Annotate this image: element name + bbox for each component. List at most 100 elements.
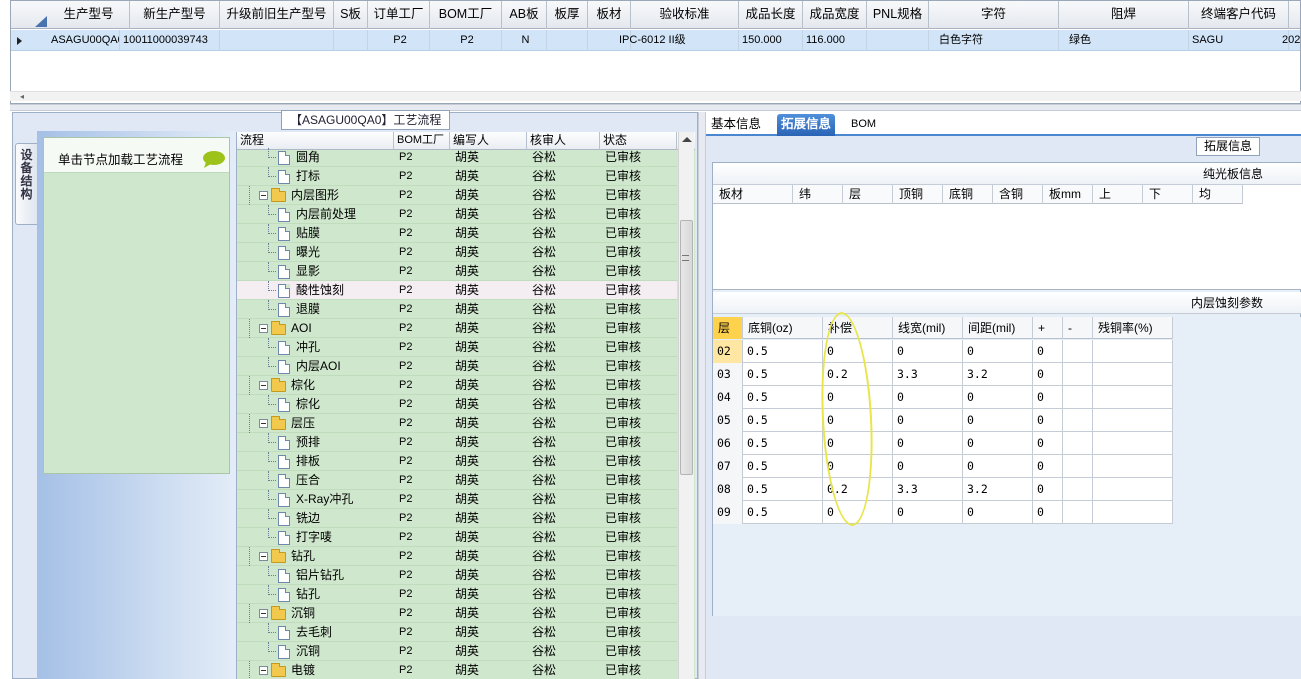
table-cell[interactable]: 0	[963, 432, 1033, 455]
tree-group-row[interactable]: 层压 P2 胡英 谷松 已审核	[237, 414, 677, 433]
tree-node-row[interactable]: 退膜 P2 胡英 谷松 已审核	[237, 300, 677, 319]
table-cell[interactable]: 0	[823, 386, 893, 409]
tree-node[interactable]: 内层AOI	[278, 357, 394, 376]
table-cell[interactable]: 绿色	[1059, 30, 1189, 51]
table-cell[interactable]: 02	[713, 340, 743, 363]
column-header[interactable]: 板厚	[547, 1, 588, 29]
tree-node-row[interactable]: 圆角 P2 胡英 谷松 已审核	[237, 148, 677, 167]
tree-node-row[interactable]: 打标 P2 胡英 谷松 已审核	[237, 167, 677, 186]
table-cell[interactable]	[1063, 478, 1093, 501]
inner-etch-column-header[interactable]: 残铜率(%)	[1093, 317, 1173, 339]
bare-board-column-header[interactable]: 下	[1143, 185, 1193, 204]
table-cell[interactable]: 0.5	[743, 363, 823, 386]
tree-node[interactable]: 圆角	[278, 148, 394, 167]
collapse-icon[interactable]	[259, 419, 268, 428]
table-cell[interactable]	[1063, 455, 1093, 478]
tree-node-row[interactable]: 去毛刺 P2 胡英 谷松 已审核	[237, 623, 677, 642]
tree-node-row[interactable]: 打字唛 P2 胡英 谷松 已审核	[237, 528, 677, 547]
table-cell[interactable]	[220, 30, 334, 51]
inner-etch-column-header[interactable]: 底铜(oz)	[743, 317, 823, 339]
table-cell[interactable]: 0	[1033, 432, 1063, 455]
table-cell[interactable]: 0	[963, 455, 1033, 478]
table-cell[interactable]: 0	[1033, 478, 1063, 501]
table-cell[interactable]: 08	[713, 478, 743, 501]
column-header[interactable]: 订单工厂	[368, 1, 430, 29]
tree-node[interactable]: 铝片钻孔	[278, 566, 394, 585]
table-cell[interactable]: 0.5	[743, 455, 823, 478]
table-cell[interactable]: 0.5	[743, 386, 823, 409]
tree-node-row[interactable]: 酸性蚀刻 P2 胡英 谷松 已审核	[237, 281, 677, 300]
table-cell[interactable]	[867, 30, 929, 51]
table-cell[interactable]: 03	[713, 363, 743, 386]
tab-basic-info[interactable]: 基本信息	[707, 114, 765, 136]
table-cell[interactable]	[1063, 363, 1093, 386]
scroll-left-icon[interactable]: ◂	[20, 93, 24, 101]
tree-node-row[interactable]: 贴膜 P2 胡英 谷松 已审核	[237, 224, 677, 243]
table-row[interactable]: 03 0.5 0.2 3.3 3.2 0	[713, 363, 1173, 386]
table-row[interactable]: 06 0.5 0 0 0 0	[713, 432, 1173, 455]
table-cell[interactable]: 0.5	[743, 432, 823, 455]
tree-node-row[interactable]: 预排 P2 胡英 谷松 已审核	[237, 433, 677, 452]
tree-node[interactable]: 内层前处理	[278, 205, 394, 224]
table-row[interactable]: 07 0.5 0 0 0 0	[713, 455, 1173, 478]
table-cell[interactable]	[1093, 363, 1173, 386]
table-row[interactable]: 08 0.5 0.2 3.3 3.2 0	[713, 478, 1173, 501]
tab-extended-info[interactable]: 拓展信息	[777, 114, 836, 136]
bare-board-column-header[interactable]: 层	[843, 185, 893, 204]
tree-node[interactable]: 贴膜	[278, 224, 394, 243]
column-header[interactable]: 板材	[588, 1, 631, 29]
tree-node-row[interactable]: 沉铜 P2 胡英 谷松 已审核	[237, 642, 677, 661]
table-cell[interactable]	[1063, 340, 1093, 363]
table-cell[interactable]: 0	[893, 340, 963, 363]
table-cell[interactable]: 0	[893, 432, 963, 455]
tree-node[interactable]: 沉铜	[259, 604, 394, 623]
table-cell[interactable]: 0	[1033, 501, 1063, 524]
table-row[interactable]: 02 0.5 0 0 0 0	[713, 340, 1173, 363]
bare-board-column-header[interactable]: 纬	[793, 185, 843, 204]
collapse-icon[interactable]	[259, 324, 268, 333]
tree-node[interactable]: 沉铜	[278, 642, 394, 661]
column-header[interactable]: PNL规格	[867, 1, 929, 29]
horizontal-scrollbar[interactable]: ◂	[10, 91, 1301, 101]
table-cell[interactable]: 0	[823, 432, 893, 455]
tree-vertical-scrollbar[interactable]	[678, 132, 694, 679]
table-cell[interactable]	[547, 30, 588, 51]
table-cell[interactable]	[1093, 409, 1173, 432]
bare-board-column-header[interactable]: 板mm	[1043, 185, 1093, 204]
tree-node-row[interactable]: 冲孔 P2 胡英 谷松 已审核	[237, 338, 677, 357]
table-cell[interactable]	[1063, 409, 1093, 432]
grid-corner-icon[interactable]	[35, 16, 47, 27]
table-cell[interactable]: 0	[823, 340, 893, 363]
bare-board-column-header[interactable]: 板材	[713, 185, 793, 204]
table-cell[interactable]: 0	[893, 501, 963, 524]
table-cell[interactable]: 10011000039743	[120, 30, 220, 51]
table-cell[interactable]: 0	[893, 455, 963, 478]
table-cell[interactable]: 0.5	[743, 340, 823, 363]
tree-node-row[interactable]: 钻孔 P2 胡英 谷松 已审核	[237, 585, 677, 604]
tree-group-row[interactable]: AOI P2 胡英 谷松 已审核	[237, 319, 677, 338]
table-cell[interactable]: 0.5	[743, 501, 823, 524]
column-header[interactable]: 字符	[929, 1, 1059, 29]
table-cell[interactable]: ASAGU00QA0	[48, 30, 120, 51]
load-process-item[interactable]: 单击节点加载工艺流程	[44, 138, 229, 173]
table-cell[interactable]: IPC-6012 II级	[616, 30, 739, 51]
tree-node-row[interactable]: 显影 P2 胡英 谷松 已审核	[237, 262, 677, 281]
column-header[interactable]: 终端客户代码	[1189, 1, 1289, 29]
tree-node[interactable]: 内层图形	[259, 186, 394, 205]
table-cell[interactable]	[1093, 386, 1173, 409]
inner-etch-column-header[interactable]: 层	[713, 317, 743, 339]
tree-node[interactable]: 显影	[278, 262, 394, 281]
tree-node[interactable]: 去毛刺	[278, 623, 394, 642]
table-row[interactable]: ASAGU00QA0 10011000039743 P2 P2 N IPC-6012 II…	[11, 30, 1301, 51]
tree-node[interactable]: X-Ray冲孔	[278, 490, 394, 509]
table-cell[interactable]: 0	[823, 455, 893, 478]
table-cell[interactable]: 0	[963, 409, 1033, 432]
column-header[interactable]: 生产型号	[48, 1, 130, 29]
table-cell[interactable]: 白色字符	[929, 30, 1059, 51]
bare-board-column-header[interactable]: 底铜	[943, 185, 993, 204]
table-cell[interactable]: 0	[1033, 409, 1063, 432]
table-cell[interactable]	[1093, 501, 1173, 524]
tree-node-row[interactable]: 压合 P2 胡英 谷松 已审核	[237, 471, 677, 490]
tree-group-row[interactable]: 棕化 P2 胡英 谷松 已审核	[237, 376, 677, 395]
table-cell[interactable]: N	[502, 30, 547, 51]
